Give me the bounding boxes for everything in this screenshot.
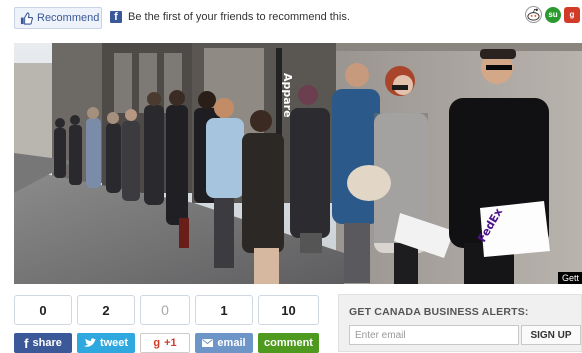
facebook-icon: f [24, 335, 29, 351]
recommend-label: Recommend [37, 12, 100, 24]
facebook-icon: f [110, 11, 122, 23]
email-label: email [217, 337, 246, 349]
google-plus-count: 0 [140, 295, 190, 325]
recommend-button[interactable]: Recommend [14, 7, 102, 29]
tweet-button[interactable]: tweet [77, 333, 135, 353]
comment-button[interactable]: comment [258, 333, 319, 353]
google-plus-icon: g [153, 337, 161, 349]
business-alerts-panel: GET CANADA BUSINESS ALERTS: SIGN UP [338, 294, 582, 352]
email-share-button[interactable]: email [195, 333, 253, 353]
facebook-share-count: 0 [14, 295, 72, 325]
article-photo: Appare FedEx Gett [14, 43, 582, 284]
facebook-share-button[interactable]: f share [14, 333, 72, 353]
stumbleupon-icon[interactable]: su [545, 6, 561, 23]
google-icon[interactable]: g [564, 6, 580, 23]
sign-up-button[interactable]: SIGN UP [521, 325, 581, 345]
email-share-count: 1 [195, 295, 253, 325]
share-label: share [32, 337, 62, 349]
envelope-icon [202, 339, 214, 347]
alerts-title: GET CANADA BUSINESS ALERTS: [349, 306, 529, 318]
thumbs-up-icon [20, 11, 33, 25]
comment-count: 10 [258, 295, 319, 325]
google-plus-button[interactable]: g +1 [140, 333, 190, 353]
twitter-bird-icon [83, 338, 96, 347]
social-icons: su g [525, 6, 580, 23]
twitter-share-count: 2 [77, 295, 135, 325]
recommend-bar: Recommend f Be the first of your friends… [0, 0, 582, 38]
plus-one-label: +1 [164, 337, 177, 349]
recommend-message: Be the first of your friends to recommen… [128, 11, 350, 23]
tweet-label: tweet [99, 337, 129, 349]
reddit-icon[interactable] [525, 6, 542, 23]
photo-credit: Gett [557, 272, 582, 284]
alert-email-input[interactable] [349, 325, 519, 345]
comment-label: comment [264, 337, 313, 349]
queue-photo-image: Appare FedEx [14, 43, 582, 284]
